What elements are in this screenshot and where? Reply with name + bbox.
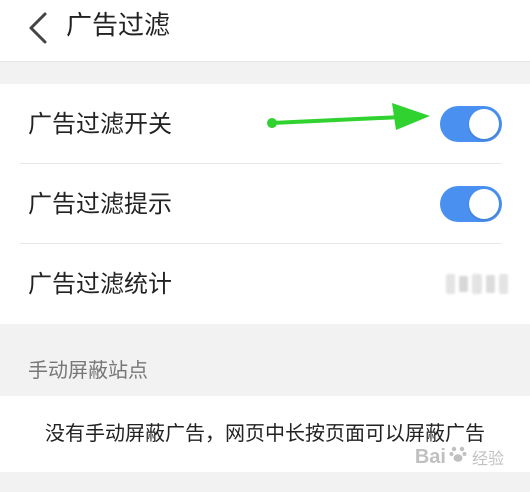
setting-row-filter-notice: 广告过滤提示 [0, 164, 530, 244]
settings-group: 广告过滤开关 广告过滤提示 广告过滤统计 [0, 84, 530, 324]
section-title-manual-block: 手动屏蔽站点 [28, 358, 148, 382]
setting-label-filter-switch: 广告过滤开关 [28, 110, 172, 138]
setting-row-filter-stats[interactable]: 广告过滤统计 [0, 244, 530, 324]
setting-label-filter-notice: 广告过滤提示 [28, 190, 172, 218]
app-header: 广告过滤 [0, 0, 530, 62]
filter-switch-toggle[interactable] [440, 106, 502, 142]
toggle-knob [469, 109, 499, 139]
watermark-brand-b: 经验 [471, 451, 504, 468]
back-button[interactable] [18, 8, 58, 48]
setting-row-filter-switch: 广告过滤开关 [0, 84, 530, 164]
toggle-knob [469, 189, 499, 219]
setting-label-filter-stats: 广告过滤统计 [28, 270, 172, 298]
chevron-left-icon [29, 12, 47, 44]
page-title: 广告过滤 [66, 11, 171, 41]
baidu-jingyan-watermark: Bai 经验 [415, 444, 504, 470]
paw-icon [448, 444, 468, 470]
blurred-stat-value [446, 272, 509, 296]
filter-notice-toggle[interactable] [440, 186, 502, 222]
watermark-brand-a: Bai [414, 445, 446, 468]
